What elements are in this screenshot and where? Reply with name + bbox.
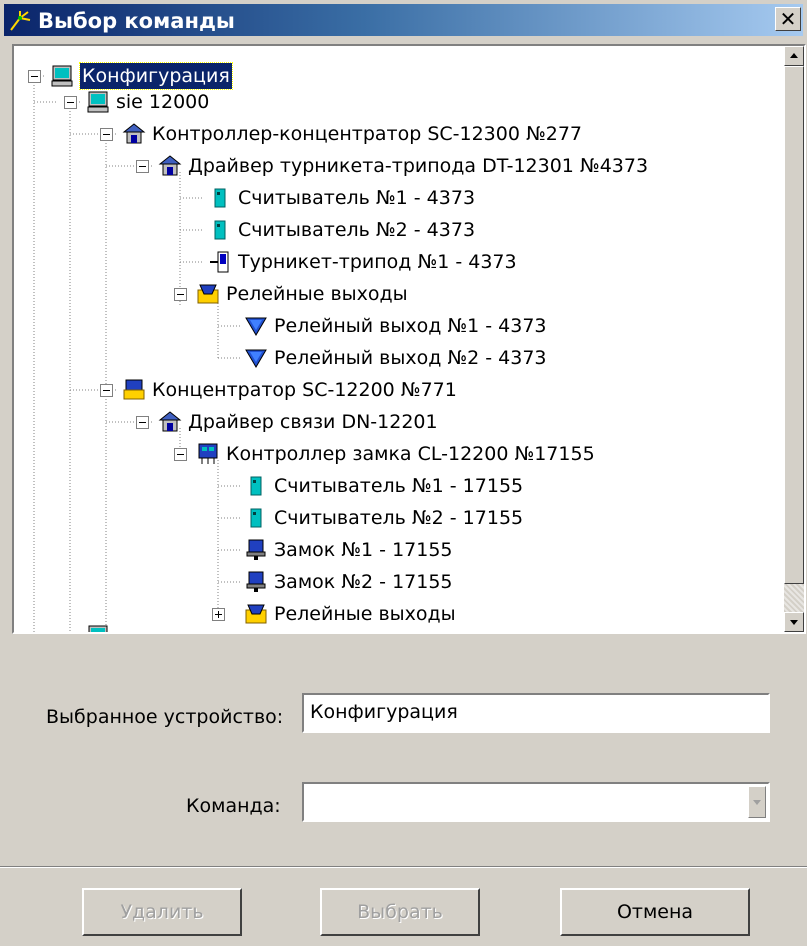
device-value: Конфигурация <box>310 701 458 723</box>
chevron-down-icon <box>753 800 761 805</box>
close-button[interactable]: ✕ <box>775 7 801 31</box>
device-label: Выбранное устройство: <box>46 706 284 728</box>
collapse-toggle[interactable] <box>100 384 113 397</box>
lock-icon <box>246 571 266 592</box>
command-label: Команда: <box>186 795 281 817</box>
tree-node-label: Контроллер-концентратор SC-12300 №277 <box>152 123 583 145</box>
tree-node-label: Считыватель №2 - 4373 <box>238 219 476 241</box>
controller-house-icon <box>122 123 146 144</box>
reader-icon <box>214 188 226 208</box>
tree-node-label: Релейный выход №1 - 4373 <box>274 315 547 337</box>
wand-icon <box>10 11 31 31</box>
tree-node-label: Релейные выходы <box>274 603 456 625</box>
lock-controller-icon <box>198 443 218 464</box>
relay-output-icon <box>245 349 267 368</box>
tree-scrollbar[interactable] <box>784 46 804 632</box>
collapse-toggle[interactable] <box>28 70 41 83</box>
command-select[interactable] <box>302 782 770 822</box>
title-bar[interactable]: Выбор команды ✕ <box>4 4 803 36</box>
collapse-toggle[interactable] <box>136 416 149 429</box>
scroll-up-button[interactable] <box>784 46 804 66</box>
computer-icon <box>87 91 109 113</box>
reader-icon <box>214 220 226 240</box>
tree-node-label: Драйвер связи DN-12201 <box>188 411 438 433</box>
device-tree[interactable]: Конфигурация sie 12000 Контроллер-концен… <box>12 44 806 634</box>
scroll-thumb[interactable] <box>784 66 804 584</box>
collapse-toggle[interactable] <box>174 288 187 301</box>
tree-node-label: Считыватель №2 - 17155 <box>274 507 524 529</box>
collapse-toggle[interactable] <box>64 96 77 109</box>
driver-house-icon <box>158 411 182 432</box>
turnstile-icon <box>210 251 229 273</box>
expand-toggle[interactable] <box>212 608 225 621</box>
reader-icon <box>250 476 262 496</box>
computer-icon <box>88 625 108 632</box>
tree-node-label: Релейные выходы <box>226 283 408 305</box>
close-icon: ✕ <box>779 7 797 31</box>
reader-icon <box>250 508 262 528</box>
relay-folder-icon <box>245 604 267 624</box>
window-title: Выбор команды <box>38 9 235 33</box>
cancel-button[interactable]: Отмена <box>560 888 750 936</box>
tree-node-label: Драйвер турникета-трипода DT-12301 №4373 <box>188 155 649 177</box>
tree-node-label: Считыватель №1 - 4373 <box>238 187 476 209</box>
delete-button[interactable]: Удалить <box>82 888 242 936</box>
select-button[interactable]: Выбрать <box>320 888 480 936</box>
collapse-toggle[interactable] <box>136 160 149 173</box>
scroll-down-button[interactable] <box>784 612 804 632</box>
relay-folder-icon <box>197 284 219 304</box>
tree-node-label: Турникет-трипод №1 - 4373 <box>238 251 517 273</box>
driver-house-icon <box>158 155 182 176</box>
divider <box>0 866 807 868</box>
collapse-toggle[interactable] <box>100 128 113 141</box>
device-field[interactable]: Конфигурация <box>302 693 770 733</box>
arrow-up-icon <box>790 53 798 58</box>
tree-node-label: Контроллер замка CL-12200 №17155 <box>226 443 595 465</box>
lock-icon <box>246 539 266 560</box>
collapse-toggle[interactable] <box>174 448 187 461</box>
relay-output-icon <box>245 317 267 336</box>
dropdown-button[interactable] <box>748 786 766 818</box>
tree-node-label: Замок №1 - 17155 <box>274 539 453 561</box>
tree-node-label: Замок №2 - 17155 <box>274 571 453 593</box>
tree-node-label: Концентратор SC-12200 №771 <box>152 379 457 401</box>
computer-icon <box>51 65 73 87</box>
arrow-down-icon <box>790 620 798 625</box>
tree-node-label: Считыватель №1 - 17155 <box>274 475 524 497</box>
tree-node-label: sie 12000 <box>116 91 210 113</box>
command-dialog: Выбор команды ✕ Конфигурация sie 12000 К… <box>0 0 807 946</box>
tree-node-label: Релейный выход №2 - 4373 <box>274 347 547 369</box>
concentrator-icon <box>123 379 145 400</box>
